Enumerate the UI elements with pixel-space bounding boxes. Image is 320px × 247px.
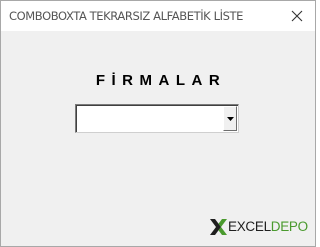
combobox-dropdown-button[interactable] xyxy=(223,106,237,131)
logo-excel-text: EXCEL xyxy=(228,219,271,234)
dropdown-arrow-icon xyxy=(226,116,234,121)
exceldepo-logo: EXCEL DEPO xyxy=(210,217,308,237)
window-title: COMBOBOXTA TEKRARSIZ ALFABETİK LİSTE xyxy=(9,9,243,23)
close-icon xyxy=(291,10,303,22)
dialog-window: COMBOBOXTA TEKRARSIZ ALFABETİK LİSTE FİR… xyxy=(0,0,316,247)
title-bar[interactable]: COMBOBOXTA TEKRARSIZ ALFABETİK LİSTE xyxy=(1,1,315,31)
firma-combobox[interactable] xyxy=(75,104,239,133)
logo-depo-text: DEPO xyxy=(270,219,308,234)
firmalar-heading: FİRMALAR xyxy=(95,72,227,89)
close-button[interactable] xyxy=(279,1,315,31)
x-logo-mark-icon xyxy=(210,219,227,235)
